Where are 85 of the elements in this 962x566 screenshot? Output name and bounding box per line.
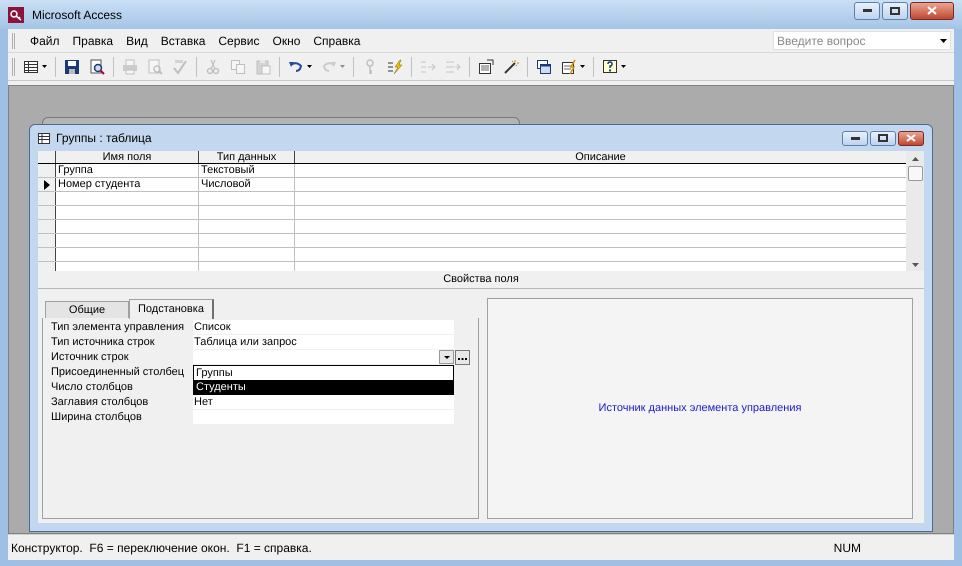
- save-icon: [64, 58, 80, 74]
- dropdown-arrow-icon: [580, 65, 585, 68]
- close-icon: [906, 134, 916, 142]
- dropdown-option[interactable]: Студенты: [194, 380, 453, 394]
- insert-rows-icon: [420, 58, 436, 74]
- clipboard-icon: [255, 58, 271, 74]
- row-selector[interactable]: [38, 220, 56, 233]
- close-icon: [927, 6, 937, 15]
- tab[interactable]: Подстановка: [129, 299, 214, 319]
- menu-item[interactable]: Вид: [121, 32, 153, 50]
- help-icon: [602, 58, 618, 74]
- table-cell[interactable]: Числовой: [199, 178, 295, 191]
- printer-icon: [122, 58, 138, 74]
- menu-item[interactable]: Правка: [68, 32, 118, 50]
- menu-item[interactable]: Файл: [25, 32, 65, 50]
- column-header: Тип данных: [199, 151, 295, 163]
- scrollbar[interactable]: [906, 151, 924, 271]
- property-label: Тип элемента управления: [51, 320, 186, 334]
- help-text: Источник данных элемента управления: [598, 401, 802, 416]
- dropdown-arrow-icon: [42, 65, 47, 68]
- lightning-list-icon: [387, 58, 403, 74]
- row-selector[interactable]: [38, 192, 56, 205]
- close-button[interactable]: [910, 2, 954, 20]
- table-icon: [38, 132, 50, 144]
- dropdown-arrow-icon: [444, 356, 450, 358]
- row-selector[interactable]: [38, 206, 56, 219]
- property-label: Число столбцов: [51, 380, 134, 394]
- dropdown-arrow-icon: [940, 39, 947, 43]
- dropdown-button[interactable]: [439, 350, 454, 364]
- section-label: Свойства поля: [443, 272, 519, 288]
- tab[interactable]: Общие: [45, 301, 129, 318]
- column-header: Имя поля: [56, 151, 199, 163]
- scroll-down-icon: [912, 263, 918, 267]
- minimize-icon: [850, 136, 860, 140]
- minimize-button[interactable]: [842, 130, 868, 146]
- property-field[interactable]: Таблица или запрос: [193, 335, 454, 349]
- property-field[interactable]: Нет: [193, 395, 454, 409]
- status-text: Конструктор. F6 = переключение окон. F1 = справка.: [11, 540, 312, 556]
- property-field[interactable]: Список: [193, 320, 454, 334]
- dropdown-arrow-icon: [340, 65, 345, 68]
- row-selector[interactable]: [38, 248, 56, 261]
- window-title: Группы : таблица: [56, 130, 152, 147]
- dropdown-arrow-icon: [621, 65, 626, 68]
- new-object-icon: [561, 58, 577, 74]
- windows-icon: [536, 58, 552, 74]
- table-cell[interactable]: Группа: [56, 164, 199, 177]
- menu-item[interactable]: Справка: [308, 32, 366, 50]
- scroll-up-icon: [912, 157, 918, 161]
- table-cell[interactable]: Номер студента: [56, 178, 199, 191]
- table-cell[interactable]: Текстовый: [199, 164, 295, 177]
- row-selector[interactable]: [38, 164, 56, 177]
- page-magnifier-icon: [147, 58, 163, 74]
- restore-icon: [878, 134, 888, 142]
- menu-item[interactable]: Сервис: [213, 32, 264, 50]
- menu-item[interactable]: Вставка: [156, 32, 210, 50]
- dropdown-arrow-icon: [307, 65, 312, 68]
- restore-icon: [890, 6, 900, 14]
- search-icon: [89, 58, 105, 74]
- row-selector[interactable]: [38, 234, 56, 247]
- row-selector[interactable]: [38, 178, 56, 191]
- property-label: Присоединенный столбец: [51, 365, 186, 379]
- property-label: Источник строк: [51, 350, 130, 364]
- property-label: Тип источника строк: [51, 335, 156, 349]
- property-label: Заглавия столбцов: [51, 395, 150, 409]
- builder-button[interactable]: [455, 350, 470, 364]
- properties-icon: [478, 58, 494, 74]
- current-row-icon: [44, 180, 50, 190]
- menu-item[interactable]: Окно: [267, 32, 306, 50]
- help-search-field[interactable]: Введите вопрос: [773, 31, 951, 50]
- copy-icon: [230, 58, 246, 74]
- maximize-button[interactable]: [870, 130, 896, 146]
- minimize-button[interactable]: [854, 2, 880, 20]
- wand-icon: [503, 58, 519, 74]
- checkmark-icon: [172, 58, 188, 74]
- delete-rows-icon: [445, 58, 461, 74]
- num-lock-indicator: NUM: [834, 540, 861, 556]
- window-title: Microsoft Access: [32, 6, 122, 24]
- grid-icon: [23, 58, 39, 74]
- minimize-icon: [862, 9, 872, 12]
- property-label: Ширина столбцов: [51, 410, 143, 424]
- column-header: Описание: [574, 151, 627, 163]
- maximize-button[interactable]: [882, 2, 908, 20]
- close-button[interactable]: [898, 130, 924, 146]
- scissors-icon: [205, 58, 221, 74]
- scroll-thumb[interactable]: [908, 166, 922, 181]
